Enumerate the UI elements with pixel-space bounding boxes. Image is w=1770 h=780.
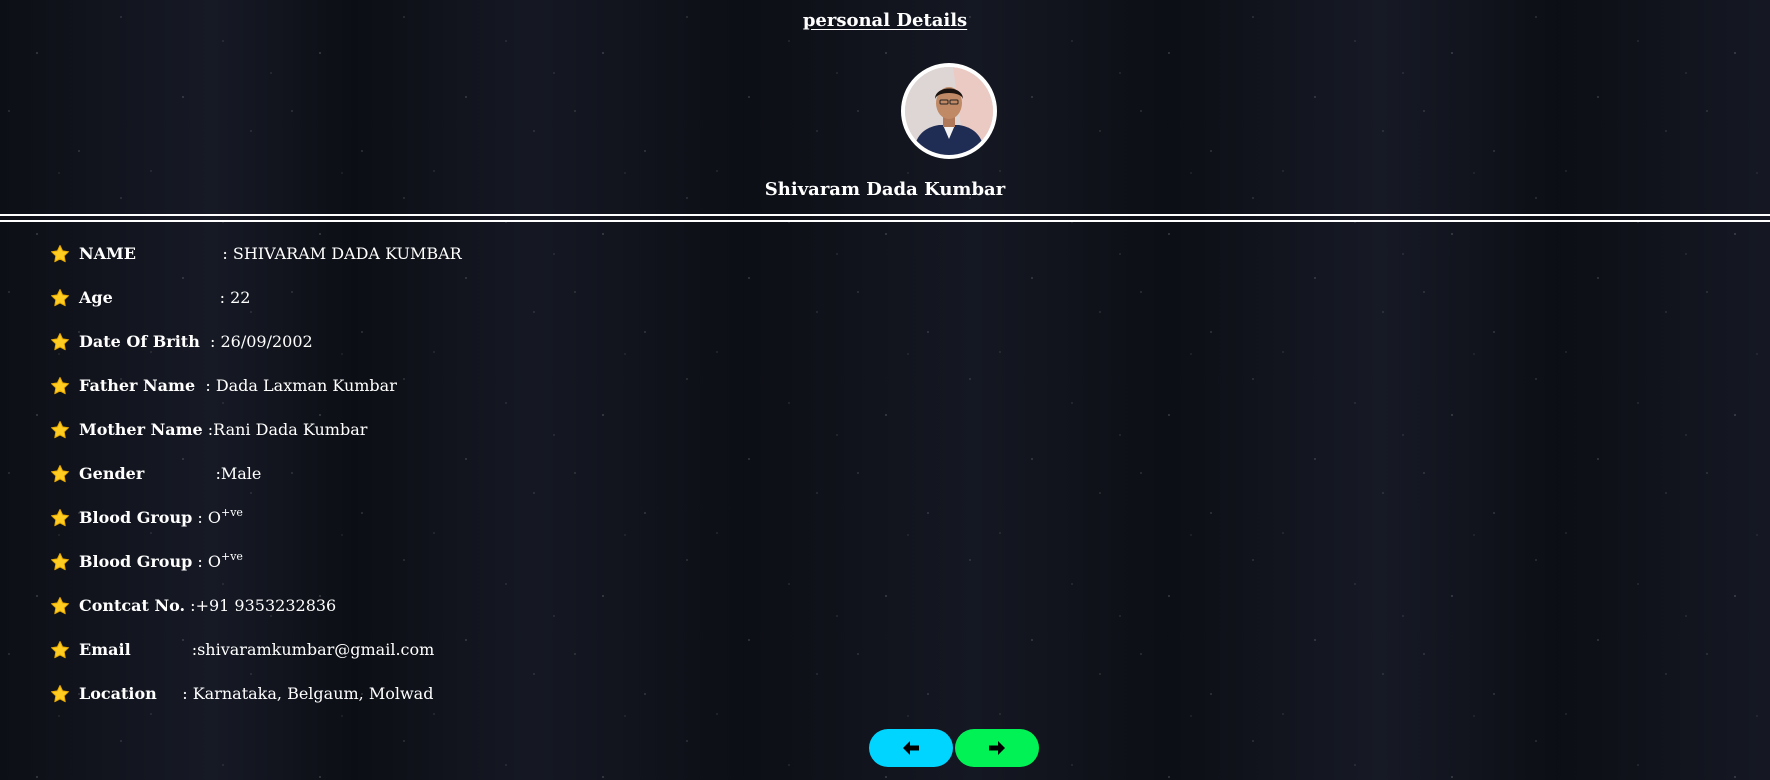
detail-separator: : [199,332,221,351]
detail-label: Blood Group [79,508,193,527]
detail-label: Father Name [79,376,196,395]
detail-value-text: 22 [230,288,251,307]
detail-row: Gender : Male [50,464,462,508]
detail-value: O+ve [207,550,243,572]
detail-value-text: O [207,508,221,527]
arrow-right-icon [989,741,1005,755]
detail-value-superscript: +ve [220,506,243,519]
divider-bottom [0,220,1770,222]
detail-separator: : [112,288,231,307]
detail-row: Blood Group : O+ve [50,506,462,552]
detail-value-text: 26/09/2002 [220,332,313,351]
detail-row: Age : 22 [50,288,462,332]
detail-separator: : [156,684,193,703]
detail-row: NAME : SHIVARAM DADA KUMBAR [50,244,462,288]
detail-value: Rani Dada Kumbar [213,420,367,440]
detail-label: Mother Name [79,420,203,439]
detail-separator: : [185,596,196,615]
detail-value-text: SHIVARAM DADA KUMBAR [232,244,462,263]
star-icon [51,333,69,351]
divider-top [0,214,1770,216]
detail-label: Age [79,288,113,307]
detail-row: Contcat No. : +91 9353232836 [50,596,462,640]
detail-separator: : [192,508,208,527]
page-title: personal Details [802,10,968,31]
detail-value-text: Dada Laxman Kumbar [215,376,397,395]
star-icon [51,289,69,307]
details-list: NAME : SHIVARAM DADA KUMBAR Age : 22 Date … [50,244,462,728]
detail-row: Email : shivaramkumbar@gmail.com [50,640,462,684]
detail-value-superscript: +ve [220,550,243,563]
detail-value-text: O [207,552,221,571]
detail-value: Dada Laxman Kumbar [216,376,397,396]
detail-value: Karnataka, Belgaum, Molwad [193,684,434,704]
detail-label: Date Of Brith [79,332,200,351]
detail-separator: : [202,420,214,439]
star-icon [51,553,69,571]
detail-separator: : [144,464,221,483]
star-icon [51,509,69,527]
detail-separator: : [195,376,216,395]
profile-photo [905,67,993,155]
detail-value-text: Male [220,464,262,483]
profile-name: Shivaram Dada Kumbar [764,179,1006,200]
detail-label: Location [79,684,157,703]
star-icon [51,685,69,703]
next-button[interactable] [955,729,1039,767]
detail-value-text: shivaramkumbar@gmail.com [197,640,435,659]
detail-label: NAME [79,244,136,263]
detail-label: Contcat No. [79,596,186,615]
star-icon [51,641,69,659]
star-icon [51,377,69,395]
detail-value: +91 9353232836 [196,596,337,616]
detail-value: shivaramkumbar@gmail.com [197,640,434,660]
detail-row: Blood Group : O+ve [50,550,462,596]
detail-value-text: Rani Dada Kumbar [213,420,368,439]
detail-label: Blood Group [79,552,193,571]
detail-value-text: Karnataka, Belgaum, Molwad [192,684,434,703]
detail-value: 26/09/2002 [220,332,312,352]
detail-row: Mother Name : Rani Dada Kumbar [50,420,462,464]
detail-value-text: +91 9353232836 [195,596,337,615]
detail-separator: : [192,552,208,571]
detail-row: Father Name : Dada Laxman Kumbar [50,376,462,420]
detail-value: SHIVARAM DADA KUMBAR [233,244,462,264]
detail-value: O+ve [207,506,243,528]
detail-label: Email [79,640,131,659]
detail-row: Location : Karnataka, Belgaum, Molwad [50,684,462,728]
detail-value: Male [221,464,262,484]
star-icon [51,421,69,439]
star-icon [51,465,69,483]
avatar [901,63,997,159]
detail-row: Date Of Brith : 26/09/2002 [50,332,462,376]
detail-separator: : [135,244,233,263]
detail-label: Gender [79,464,145,483]
previous-button[interactable] [869,729,953,767]
star-icon [51,597,69,615]
star-icon [51,245,69,263]
arrow-left-icon [903,741,919,755]
detail-separator: : [130,640,198,659]
detail-value: 22 [230,288,250,308]
